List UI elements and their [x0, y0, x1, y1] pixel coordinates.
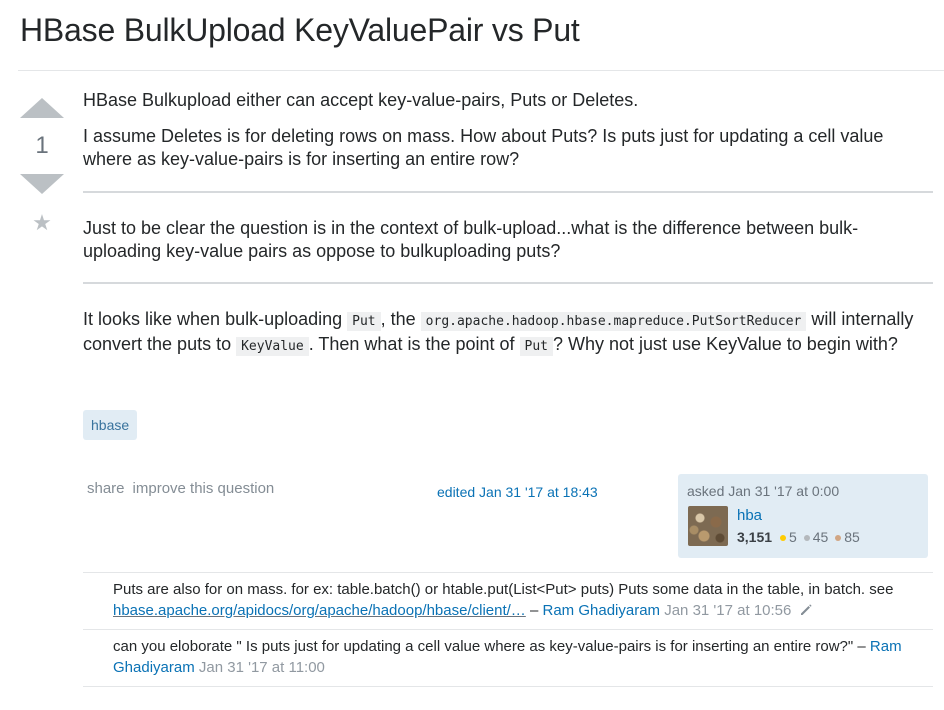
edited-timestamp-link[interactable]: edited Jan 31 '17 at 18:43 [437, 484, 598, 500]
body-text: . Then what is the point of [308, 334, 520, 354]
comment-user-link[interactable]: Ram Ghadiyaram [543, 602, 661, 619]
vote-count: 1 [35, 132, 49, 159]
body-divider-2 [83, 281, 933, 284]
gold-badge-icon [780, 534, 787, 541]
inline-code: Put [347, 311, 381, 331]
vote-column: 1 ★ [20, 98, 64, 236]
comment: Puts are also for on mass. for ex: table… [83, 572, 933, 629]
avatar[interactable] [688, 506, 728, 546]
body-paragraph-3: Just to be clear the question is in the … [83, 217, 859, 262]
comment-date[interactable]: Jan 31 '17 at 10:56 [664, 602, 791, 619]
tag-hbase[interactable]: hbase [83, 410, 138, 440]
upvote-arrow-icon[interactable] [20, 98, 64, 118]
comment-text: can you eloborate " Is puts just for upd… [113, 638, 858, 655]
body-paragraph-2: I assume Deletes is for deleting rows on… [83, 125, 884, 170]
comment-text: Puts are also for on mass. for ex: table… [113, 581, 894, 598]
comment-link[interactable]: hbase.apache.org/apidocs/org/apache/hado… [113, 602, 526, 619]
comment: can you eloborate " Is puts just for upd… [83, 629, 933, 687]
body-text: , the [380, 308, 421, 329]
owner-username[interactable]: hba [737, 507, 762, 524]
comments-list: Puts are also for on mass. for ex: table… [83, 572, 933, 687]
inline-code: Put [519, 337, 553, 356]
comment-date[interactable]: Jan 31 '17 at 11:00 [199, 659, 325, 676]
question-body: HBase Bulkupload either can accept key-v… [83, 89, 933, 371]
owner-stats: 3,151 5 45 85 [737, 529, 860, 545]
asked-timestamp: asked Jan 31 '17 at 0:00 [687, 483, 840, 499]
owner-card: asked Jan 31 '17 at 0:00 hba 3,151 5 45 8… [678, 474, 928, 558]
comment-dash: – [857, 638, 870, 655]
share-link[interactable]: share [87, 480, 125, 497]
silver-badge-icon [803, 534, 810, 541]
body-paragraph-4: It looks like when bulk-uploading Put, t… [83, 308, 933, 359]
reputation-score: 3,151 [737, 529, 773, 545]
comment-dash: – [525, 602, 543, 619]
silver-badge-count: 45 [812, 529, 829, 545]
pencil-edit-icon[interactable] [799, 603, 813, 617]
post-menu: share improve this question [87, 480, 274, 497]
page-title[interactable]: HBase BulkUpload KeyValuePair vs Put [20, 12, 580, 49]
body-text: ? Why not just use KeyValue to begin wit… [553, 334, 898, 354]
improve-question-link[interactable]: improve this question [133, 480, 275, 497]
gold-badge-count: 5 [789, 529, 797, 545]
body-paragraph-1: HBase Bulkupload either can accept key-v… [83, 90, 639, 110]
inline-code: org.apache.hadoop.hbase.mapreduce.PutSor… [420, 311, 807, 331]
inline-code: KeyValue [236, 337, 309, 356]
body-divider-1 [83, 190, 933, 193]
title-divider [18, 70, 944, 71]
bronze-badge-count: 85 [844, 529, 860, 545]
favorite-star-icon[interactable]: ★ [20, 210, 64, 236]
downvote-arrow-icon[interactable] [20, 174, 64, 194]
bronze-badge-icon [835, 534, 842, 541]
body-text: It looks like when bulk-uploading [83, 308, 348, 329]
